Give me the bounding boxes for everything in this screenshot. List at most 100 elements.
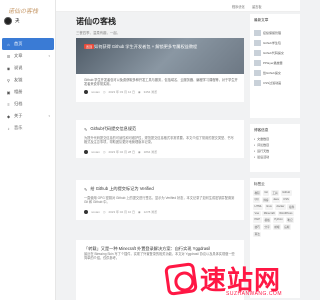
tag[interactable]: 后端 <box>282 224 291 231</box>
sidebar-item-music[interactable]: ♪ 音乐 <box>2 122 54 134</box>
sidebar-item-label: 友链 <box>14 77 23 82</box>
bullet-icon: ▪ <box>254 137 256 141</box>
list-item[interactable]: 接续保留管理 <box>254 28 300 38</box>
post-title-text[interactable]: 给 Github 上的提交标记为 Verified <box>90 186 153 192</box>
sidebar-item-label: 音乐 <box>14 125 23 130</box>
sidebar-item-label: 首页 <box>14 41 23 46</box>
chevron-down-icon: ▾ <box>48 114 50 118</box>
top-link-guestbook[interactable]: 留言板 <box>252 4 262 9</box>
sidebar-item-home[interactable]: ⌂ 首页 <box>2 38 54 50</box>
list-item: ▪ 最后活动 <box>254 154 298 160</box>
list-item-label: 接续保留管理 <box>263 31 282 35</box>
bullet-icon: ▪ <box>254 143 256 147</box>
tag[interactable]: PHP <box>253 217 262 223</box>
post-meta: noxian ◷ 2023 年 03 月 12 日 ◉ 3454 浏览 <box>84 90 157 94</box>
list-item-label: 评论数目 <box>257 143 270 147</box>
sidebar-item-articles[interactable]: ☰ 文章 ▾ <box>2 50 54 62</box>
tag[interactable]: 笔记 <box>285 217 295 223</box>
tag[interactable]: QQ <box>253 197 261 203</box>
clock-icon: ◷ <box>102 150 106 154</box>
sidebar-item-album[interactable]: ▣ 相册 <box>2 86 54 98</box>
list-item[interactable]: PPlayer播放器 <box>254 58 300 68</box>
archive-icon: ≡ <box>7 101 10 107</box>
sidebar-nav: ⌂ 首页 ☰ 文章 ▾ ◉ 说说 ⚲ 友链 ▣ 相册 ≡ 归档 ◆ 关于 ▾ ♪ 音乐 <box>2 38 54 134</box>
featured-post[interactable]: 置顶 如何获得 Github 学生开发者包 + 解锁更多专属权益教程 Githu… <box>76 38 244 102</box>
list-item-label: Github代码提交 <box>263 51 284 55</box>
tag[interactable]: Github <box>280 190 292 196</box>
recent-posts-widget: 最新文章 接续保留管理 Github学生包 Github代码提交 PPlayer… <box>250 14 300 118</box>
tag[interactable]: linux <box>264 204 274 210</box>
tag[interactable]: WordPress <box>277 211 294 216</box>
tag[interactable]: Java <box>271 197 281 203</box>
list-item[interactable]: CSS过渡动画 <box>254 78 300 88</box>
list-item[interactable]: Github代码提交 <box>254 48 300 58</box>
tag[interactable]: 技巧 <box>253 224 262 231</box>
avatar[interactable] <box>4 17 12 25</box>
tag[interactable]: Minecraft <box>262 211 277 216</box>
link-icon: ⚲ <box>7 77 10 83</box>
tag[interactable]: 前端 <box>272 224 282 231</box>
watermark-url: SUZHANWANG.COM <box>226 291 282 297</box>
tag[interactable]: HTML <box>253 204 264 210</box>
post-views: 1278 浏览 <box>143 210 158 214</box>
post-views: 3454 浏览 <box>143 90 158 94</box>
info-list: ▪ 文章数目 ▪ 评论数目 ▪ 运行天数 ▪ 最后活动 <box>254 136 298 160</box>
post-author[interactable]: noxian <box>91 90 100 94</box>
list-item[interactable]: Github学生包 <box>254 38 300 48</box>
profile[interactable]: 夬 <box>4 16 52 26</box>
pinned-badge: 置顶 <box>84 44 95 49</box>
tag[interactable]: Vue <box>253 211 261 216</box>
list-item[interactable]: 给Github提交 <box>254 68 300 78</box>
tag-cloud: 教程 Git 工具 Github QQ 博客 Java CSS HTML lin… <box>253 190 299 238</box>
post-excerpt: 一直使用 GPG 密钥对 Github 上的提交进行签名，显示为 Verifie… <box>84 196 235 205</box>
home-icon: ⌂ <box>7 41 10 47</box>
post-card[interactable]: ✎ Github代码提交信息规范 为提升代码提交信息的可读性和可维护性，规范提交… <box>76 120 244 158</box>
recent-list: 接续保留管理 Github学生包 Github代码提交 PPlayer播放器 给… <box>254 28 300 88</box>
sidebar-item-moments[interactable]: ◉ 说说 <box>2 62 54 74</box>
featured-title[interactable]: 如何获得 Github 学生开发者包 + 解锁更多专属权益教程 <box>94 44 240 50</box>
top-link-optimize[interactable]: 程序优化 <box>232 4 245 9</box>
bullet-icon: ▪ <box>254 149 256 153</box>
tag[interactable]: docker <box>274 204 286 210</box>
author-avatar <box>84 210 88 214</box>
post-title[interactable]: ✎ Github代码提交信息规范 <box>84 126 136 132</box>
post-author[interactable]: noxian <box>91 210 100 214</box>
post-title[interactable]: ✎ 给 Github 上的提交标记为 Verified <box>84 186 154 192</box>
post-title-text[interactable]: Github代码提交信息规范 <box>90 126 136 132</box>
sidebar-item-label: 相册 <box>14 89 23 94</box>
edit-icon: ✎ <box>84 186 88 192</box>
sidebar-item-label: 关于 <box>14 113 23 118</box>
tag[interactable]: 算法 <box>253 231 262 238</box>
post-card[interactable]: ✎ 给 Github 上的提交标记为 Verified 一直使用 GPG 密钥对… <box>76 180 244 220</box>
music-icon: ♪ <box>7 125 10 131</box>
post-author[interactable]: noxian <box>91 150 100 154</box>
tag[interactable]: 博客 <box>261 197 271 203</box>
sidebar-item-archive[interactable]: ≡ 归档 <box>2 98 54 110</box>
tag[interactable]: 教程 <box>253 190 262 196</box>
sidebar-item-label: 归档 <box>14 101 23 106</box>
widget-title: 博客信息 <box>254 128 269 132</box>
thumbnail <box>254 40 261 46</box>
author-avatar <box>84 90 88 94</box>
post-meta: noxian ◷ 2023 年 02 月 28 日 ◉ 1864 浏览 <box>84 150 157 154</box>
tag[interactable]: 分享 <box>262 224 272 231</box>
tag[interactable]: 工具 <box>270 190 280 196</box>
sidebar-item-about[interactable]: ◆ 关于 ▾ <box>2 110 54 122</box>
image-icon: ▣ <box>6 89 11 95</box>
tag[interactable]: CSS <box>281 197 291 203</box>
list-item-label: PPlayer播放器 <box>263 61 283 65</box>
site-description: 三餐四季，温柔有趣，一起。 <box>76 31 121 35</box>
sidebar-item-links[interactable]: ⚲ 友链 <box>2 74 54 86</box>
list-item-label: Github学生包 <box>263 41 281 45</box>
list-item-label: CSS过渡动画 <box>263 81 282 85</box>
sidebar: 诺仙の客栈 夬 ⌂ 首页 ☰ 文章 ▾ ◉ 说说 ⚲ 友链 ▣ 相册 ≡ 归档 ◆ 关于 ▾ ♪ 音… <box>0 0 56 300</box>
site-logo[interactable]: 诺仙の客栈 <box>8 6 38 15</box>
tag[interactable]: Python <box>272 217 285 223</box>
info-icon: ◆ <box>6 113 11 119</box>
featured-banner[interactable]: 置顶 如何获得 Github 学生开发者包 + 解锁更多专属权益教程 <box>76 38 244 74</box>
tag[interactable]: Git <box>262 190 270 196</box>
tag[interactable]: 插件 <box>287 204 296 210</box>
thumbnail <box>254 30 261 36</box>
tag[interactable]: 模板 <box>263 217 272 223</box>
post-meta: noxian ◷ 2023 年 02 月 10 日 ◉ 1278 浏览 <box>84 210 157 214</box>
